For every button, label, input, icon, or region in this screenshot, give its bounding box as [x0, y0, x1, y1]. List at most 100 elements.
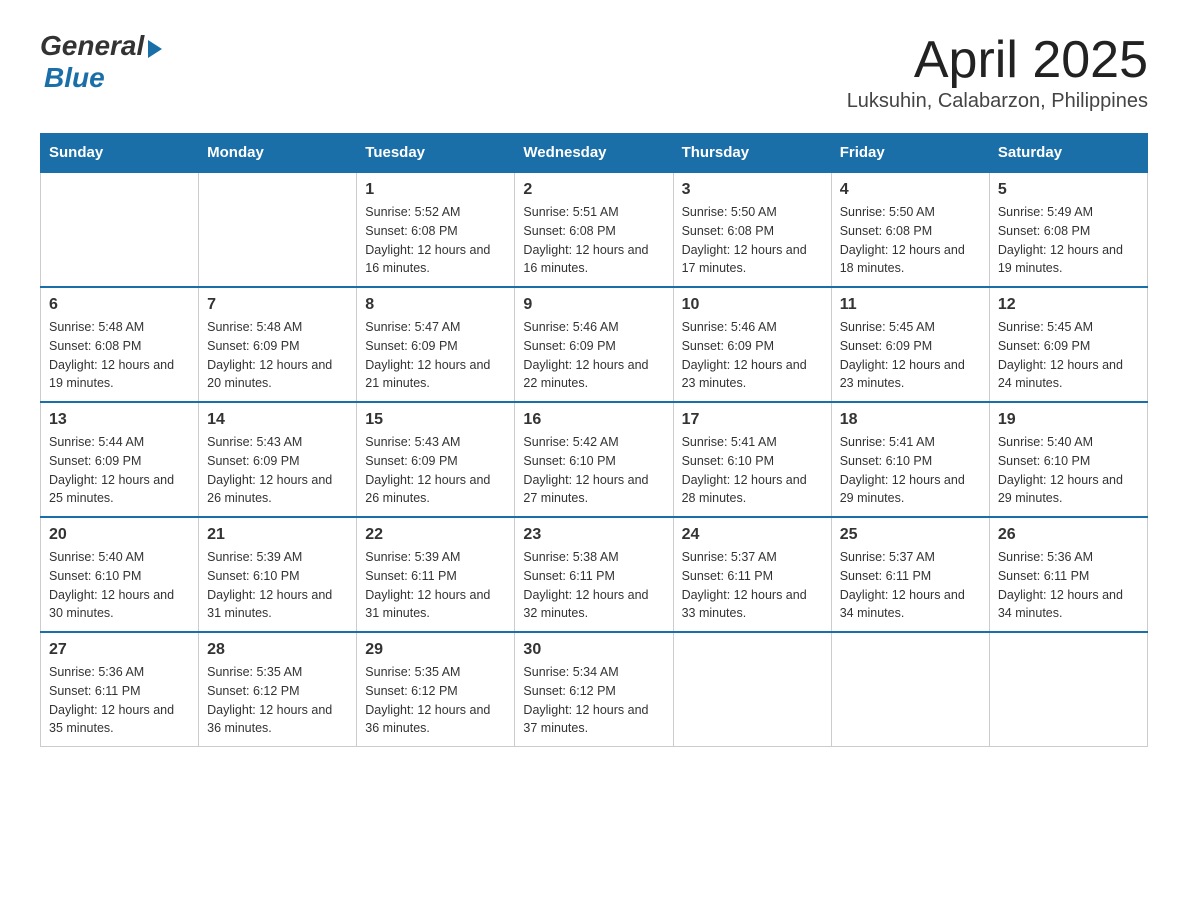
- day-info: Sunrise: 5:48 AMSunset: 6:09 PMDaylight:…: [207, 318, 348, 393]
- day-number: 9: [523, 296, 664, 314]
- day-info: Sunrise: 5:36 AMSunset: 6:11 PMDaylight:…: [998, 548, 1139, 623]
- day-number: 1: [365, 181, 506, 199]
- day-number: 15: [365, 411, 506, 429]
- col-monday: Monday: [199, 134, 357, 173]
- table-row: 17Sunrise: 5:41 AMSunset: 6:10 PMDayligh…: [673, 402, 831, 517]
- day-info: Sunrise: 5:50 AMSunset: 6:08 PMDaylight:…: [682, 203, 823, 278]
- logo-general: General: [40, 30, 144, 62]
- day-info: Sunrise: 5:40 AMSunset: 6:10 PMDaylight:…: [998, 433, 1139, 508]
- day-number: 24: [682, 526, 823, 544]
- day-number: 12: [998, 296, 1139, 314]
- day-number: 8: [365, 296, 506, 314]
- table-row: 24 Sunrise: 5:37 AMSunset: 6:11 PMDayligh…: [673, 517, 831, 632]
- col-friday: Friday: [831, 134, 989, 173]
- day-number: 21: [207, 526, 348, 544]
- day-info: Sunrise: 5:40 AMSunset: 6:10 PMDaylight:…: [49, 548, 190, 623]
- day-info: Sunrise: 5:37 AMSunset: 6:11 PMDaylight:…: [682, 548, 823, 623]
- page-title: April 2025: [847, 30, 1148, 90]
- calendar-week-row: 13Sunrise: 5:44 AMSunset: 6:09 PMDayligh…: [41, 402, 1148, 517]
- table-row: 9 Sunrise: 5:46 AMSunset: 6:09 PMDaylight…: [515, 287, 673, 402]
- day-info: Sunrise: 5:43 AMSunset: 6:09 PMDaylight:…: [365, 433, 506, 508]
- page-header: General Blue April 2025 Luksuhin, Calaba…: [40, 30, 1148, 113]
- table-row: 10 Sunrise: 5:46 AMSunset: 6:09 PMDayligh…: [673, 287, 831, 402]
- col-wednesday: Wednesday: [515, 134, 673, 173]
- table-row: 3Sunrise: 5:50 AMSunset: 6:08 PMDaylight…: [673, 172, 831, 287]
- calendar-week-row: 20 Sunrise: 5:40 AMSunset: 6:10 PMDayligh…: [41, 517, 1148, 632]
- day-info: Sunrise: 5:41 AMSunset: 6:10 PMDaylight:…: [840, 433, 981, 508]
- calendar-header-row: Sunday Monday Tuesday Wednesday Thursday…: [41, 134, 1148, 173]
- day-info: Sunrise: 5:49 AMSunset: 6:08 PMDaylight:…: [998, 203, 1139, 278]
- table-row: 7 Sunrise: 5:48 AMSunset: 6:09 PMDaylight…: [199, 287, 357, 402]
- page-subtitle: Luksuhin, Calabarzon, Philippines: [847, 90, 1148, 113]
- day-number: 20: [49, 526, 190, 544]
- table-row: 22Sunrise: 5:39 AMSunset: 6:11 PMDayligh…: [357, 517, 515, 632]
- table-row: 5 Sunrise: 5:49 AMSunset: 6:08 PMDaylight…: [989, 172, 1147, 287]
- day-info: Sunrise: 5:39 AMSunset: 6:10 PMDaylight:…: [207, 548, 348, 623]
- table-row: 16 Sunrise: 5:42 AMSunset: 6:10 PMDayligh…: [515, 402, 673, 517]
- day-number: 16: [523, 411, 664, 429]
- title-block: April 2025 Luksuhin, Calabarzon, Philipp…: [847, 30, 1148, 113]
- day-info: Sunrise: 5:35 AMSunset: 6:12 PMDaylight:…: [365, 663, 506, 738]
- logo-arrow-icon: [148, 40, 162, 58]
- table-row: 6Sunrise: 5:48 AMSunset: 6:08 PMDaylight…: [41, 287, 199, 402]
- day-number: 10: [682, 296, 823, 314]
- table-row: [199, 172, 357, 287]
- day-number: 14: [207, 411, 348, 429]
- table-row: 14 Sunrise: 5:43 AMSunset: 6:09 PMDayligh…: [199, 402, 357, 517]
- table-row: 11 Sunrise: 5:45 AMSunset: 6:09 PMDayligh…: [831, 287, 989, 402]
- day-number: 11: [840, 296, 981, 314]
- day-number: 6: [49, 296, 190, 314]
- day-info: Sunrise: 5:47 AMSunset: 6:09 PMDaylight:…: [365, 318, 506, 393]
- col-saturday: Saturday: [989, 134, 1147, 173]
- table-row: [673, 632, 831, 747]
- table-row: 25 Sunrise: 5:37 AMSunset: 6:11 PMDayligh…: [831, 517, 989, 632]
- day-number: 5: [998, 181, 1139, 199]
- table-row: 23 Sunrise: 5:38 AMSunset: 6:11 PMDayligh…: [515, 517, 673, 632]
- table-row: [831, 632, 989, 747]
- table-row: [989, 632, 1147, 747]
- calendar-table: Sunday Monday Tuesday Wednesday Thursday…: [40, 133, 1148, 747]
- day-info: Sunrise: 5:45 AMSunset: 6:09 PMDaylight:…: [840, 318, 981, 393]
- table-row: 30Sunrise: 5:34 AMSunset: 6:12 PMDayligh…: [515, 632, 673, 747]
- day-info: Sunrise: 5:46 AMSunset: 6:09 PMDaylight:…: [682, 318, 823, 393]
- day-info: Sunrise: 5:52 AMSunset: 6:08 PMDaylight:…: [365, 203, 506, 278]
- day-info: Sunrise: 5:43 AMSunset: 6:09 PMDaylight:…: [207, 433, 348, 508]
- day-info: Sunrise: 5:46 AMSunset: 6:09 PMDaylight:…: [523, 318, 664, 393]
- table-row: 12 Sunrise: 5:45 AMSunset: 6:09 PMDayligh…: [989, 287, 1147, 402]
- table-row: 29Sunrise: 5:35 AMSunset: 6:12 PMDayligh…: [357, 632, 515, 747]
- table-row: 20 Sunrise: 5:40 AMSunset: 6:10 PMDayligh…: [41, 517, 199, 632]
- day-number: 23: [523, 526, 664, 544]
- col-sunday: Sunday: [41, 134, 199, 173]
- col-thursday: Thursday: [673, 134, 831, 173]
- table-row: 26 Sunrise: 5:36 AMSunset: 6:11 PMDayligh…: [989, 517, 1147, 632]
- table-row: 27 Sunrise: 5:36 AMSunset: 6:11 PMDayligh…: [41, 632, 199, 747]
- day-number: 25: [840, 526, 981, 544]
- day-info: Sunrise: 5:36 AMSunset: 6:11 PMDaylight:…: [49, 663, 190, 738]
- day-info: Sunrise: 5:35 AMSunset: 6:12 PMDaylight:…: [207, 663, 348, 738]
- table-row: 2Sunrise: 5:51 AMSunset: 6:08 PMDaylight…: [515, 172, 673, 287]
- day-number: 7: [207, 296, 348, 314]
- table-row: 13Sunrise: 5:44 AMSunset: 6:09 PMDayligh…: [41, 402, 199, 517]
- day-number: 4: [840, 181, 981, 199]
- table-row: 15 Sunrise: 5:43 AMSunset: 6:09 PMDayligh…: [357, 402, 515, 517]
- table-row: 8 Sunrise: 5:47 AMSunset: 6:09 PMDaylight…: [357, 287, 515, 402]
- calendar-week-row: 27 Sunrise: 5:36 AMSunset: 6:11 PMDayligh…: [41, 632, 1148, 747]
- day-number: 27: [49, 641, 190, 659]
- day-info: Sunrise: 5:45 AMSunset: 6:09 PMDaylight:…: [998, 318, 1139, 393]
- day-number: 19: [998, 411, 1139, 429]
- col-tuesday: Tuesday: [357, 134, 515, 173]
- calendar-week-row: 1 Sunrise: 5:52 AMSunset: 6:08 PMDaylight…: [41, 172, 1148, 287]
- day-info: Sunrise: 5:42 AMSunset: 6:10 PMDaylight:…: [523, 433, 664, 508]
- table-row: [41, 172, 199, 287]
- day-number: 30: [523, 641, 664, 659]
- day-info: Sunrise: 5:50 AMSunset: 6:08 PMDaylight:…: [840, 203, 981, 278]
- day-number: 26: [998, 526, 1139, 544]
- day-number: 28: [207, 641, 348, 659]
- day-number: 13: [49, 411, 190, 429]
- table-row: 21 Sunrise: 5:39 AMSunset: 6:10 PMDayligh…: [199, 517, 357, 632]
- day-info: Sunrise: 5:38 AMSunset: 6:11 PMDaylight:…: [523, 548, 664, 623]
- logo: General Blue: [40, 30, 162, 94]
- table-row: 4 Sunrise: 5:50 AMSunset: 6:08 PMDaylight…: [831, 172, 989, 287]
- table-row: 1 Sunrise: 5:52 AMSunset: 6:08 PMDaylight…: [357, 172, 515, 287]
- day-info: Sunrise: 5:37 AMSunset: 6:11 PMDaylight:…: [840, 548, 981, 623]
